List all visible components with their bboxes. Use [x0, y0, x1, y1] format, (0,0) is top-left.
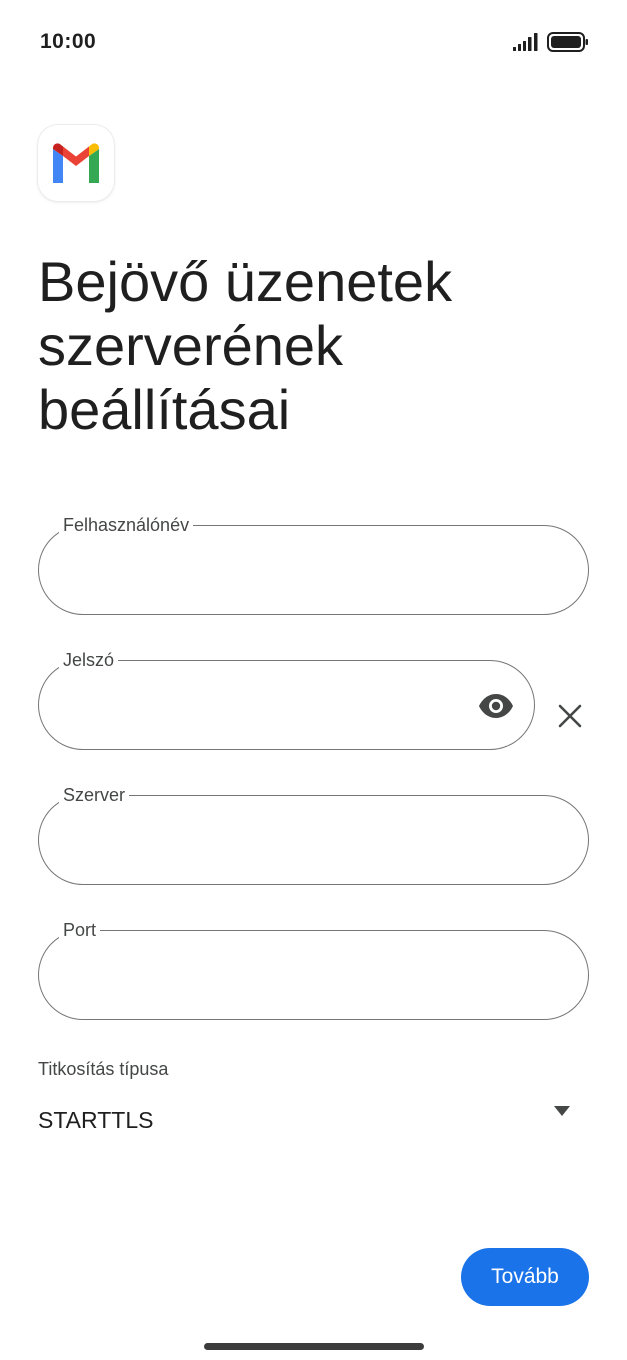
port-label: Port: [59, 920, 101, 940]
signal-bars-icon: [513, 33, 538, 51]
show-password-button[interactable]: [478, 691, 514, 721]
battery-full-icon: [547, 32, 588, 52]
next-button[interactable]: Tovább: [461, 1248, 589, 1306]
password-field[interactable]: Jelszó: [38, 650, 535, 750]
port-field[interactable]: Port: [38, 920, 589, 1020]
password-input[interactable]: [63, 683, 439, 729]
port-input[interactable]: [63, 953, 507, 999]
close-icon: [558, 704, 582, 728]
username-field[interactable]: Felhasználónév: [38, 515, 589, 615]
arrow-drop-down-icon: [554, 1106, 570, 1116]
eye-icon: [479, 694, 513, 718]
encryption-type-label: Titkosítás típusa: [38, 1059, 169, 1079]
server-input[interactable]: [63, 818, 507, 864]
username-label: Felhasználónév: [59, 515, 194, 535]
status-time: 10:00: [40, 30, 97, 53]
gmail-logo: [38, 125, 114, 201]
clear-password-button[interactable]: [554, 700, 586, 732]
server-label: Szerver: [59, 785, 130, 805]
username-input[interactable]: [63, 548, 507, 594]
status-bar: 10:00: [0, 0, 627, 84]
encryption-type-value: STARTTLS: [38, 1107, 154, 1133]
server-field[interactable]: Szerver: [38, 785, 589, 885]
password-label: Jelszó: [59, 650, 119, 670]
encryption-type-select[interactable]: STARTTLS: [38, 1095, 588, 1145]
gmail-logo-icon: [53, 143, 99, 183]
home-indicator[interactable]: [204, 1343, 424, 1350]
page-title: Bejövő üzenetek szerverének beállításai: [38, 250, 453, 441]
